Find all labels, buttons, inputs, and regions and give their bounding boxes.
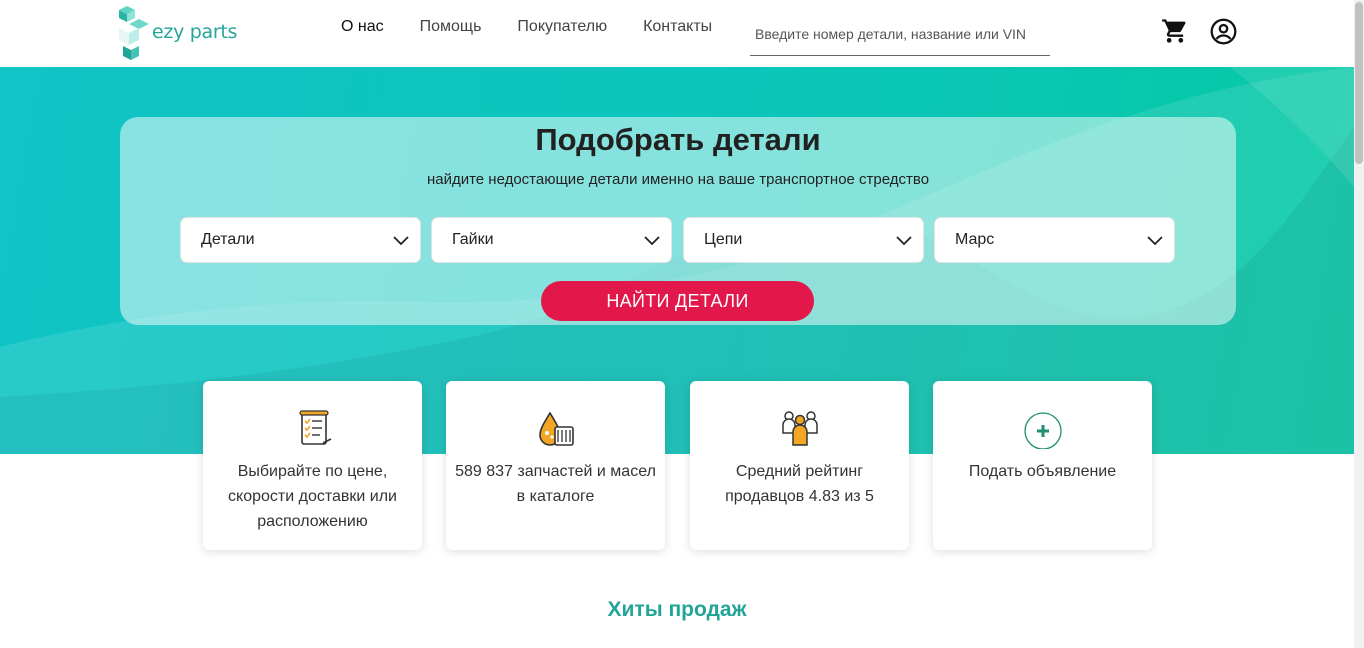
feature-text: 589 837 запчастей и масел в каталоге bbox=[455, 463, 656, 505]
panel-subtitle: найдите недостающие детали именно на ваш… bbox=[426, 171, 930, 188]
feature-text: Средний рейтинг продавцов 4.83 из 5 bbox=[725, 463, 874, 505]
panel-title: Подобрать детали bbox=[535, 122, 821, 157]
select-value: Цепи bbox=[704, 231, 743, 248]
nav-help[interactable]: Помощь bbox=[420, 18, 482, 36]
oil-filter-icon bbox=[539, 411, 574, 446]
site-header: ezy parts О нас Помощь Покупателю Контак… bbox=[0, 0, 1354, 67]
nav-contacts[interactable]: Контакты bbox=[643, 18, 712, 36]
chevron-down-icon bbox=[644, 236, 660, 246]
search-input[interactable] bbox=[750, 18, 1050, 55]
select-nuts[interactable]: Гайки bbox=[431, 217, 672, 263]
parts-finder-panel: Подобрать детали найдите недостающие дет… bbox=[120, 117, 1236, 325]
select-chains[interactable]: Цепи bbox=[683, 217, 924, 263]
select-value: Гайки bbox=[452, 231, 494, 248]
find-parts-button[interactable]: НАЙТИ ДЕТАЛИ bbox=[541, 281, 814, 321]
feature-text[interactable]: Подать объявление bbox=[941, 459, 1144, 484]
nav-about[interactable]: О нас bbox=[341, 18, 384, 36]
checklist-document-icon bbox=[299, 410, 332, 445]
feature-card-price: Выбирайте по цене, скорости доставки или… bbox=[203, 381, 422, 550]
sellers-group-icon bbox=[782, 411, 818, 446]
select-brand[interactable]: Марс bbox=[934, 217, 1175, 263]
feature-card-post-ad[interactable]: Подать объявление bbox=[933, 381, 1152, 550]
feature-card-catalog: 589 837 запчастей и масел в каталоге bbox=[446, 381, 665, 550]
chevron-down-icon bbox=[896, 236, 912, 246]
logo-cubes-icon bbox=[119, 6, 149, 60]
plus-circle-icon[interactable] bbox=[1023, 409, 1063, 449]
chevron-down-icon bbox=[393, 236, 409, 246]
scrollbar-thumb[interactable] bbox=[1355, 2, 1363, 164]
select-value: Детали bbox=[201, 231, 255, 248]
account-circle-icon[interactable] bbox=[1210, 18, 1237, 45]
cart-icon[interactable] bbox=[1161, 17, 1189, 45]
feature-card-rating: Средний рейтинг продавцов 4.83 из 5 bbox=[690, 381, 909, 550]
nav-buyer[interactable]: Покупателю bbox=[517, 18, 607, 36]
select-value: Марс bbox=[955, 231, 995, 248]
feature-text: Выбирайте по цене, скорости доставки или… bbox=[228, 463, 397, 530]
page-scrollbar[interactable] bbox=[1354, 0, 1364, 648]
logo-text: ezy parts bbox=[152, 21, 238, 43]
chevron-down-icon bbox=[1147, 236, 1163, 246]
select-parts[interactable]: Детали bbox=[180, 217, 421, 263]
main-nav: О нас Помощь Покупателю Контакты bbox=[341, 18, 748, 36]
logo[interactable]: ezy parts bbox=[119, 4, 237, 60]
search-field bbox=[750, 18, 1050, 56]
bestsellers-title: Хиты продаж bbox=[607, 598, 747, 621]
